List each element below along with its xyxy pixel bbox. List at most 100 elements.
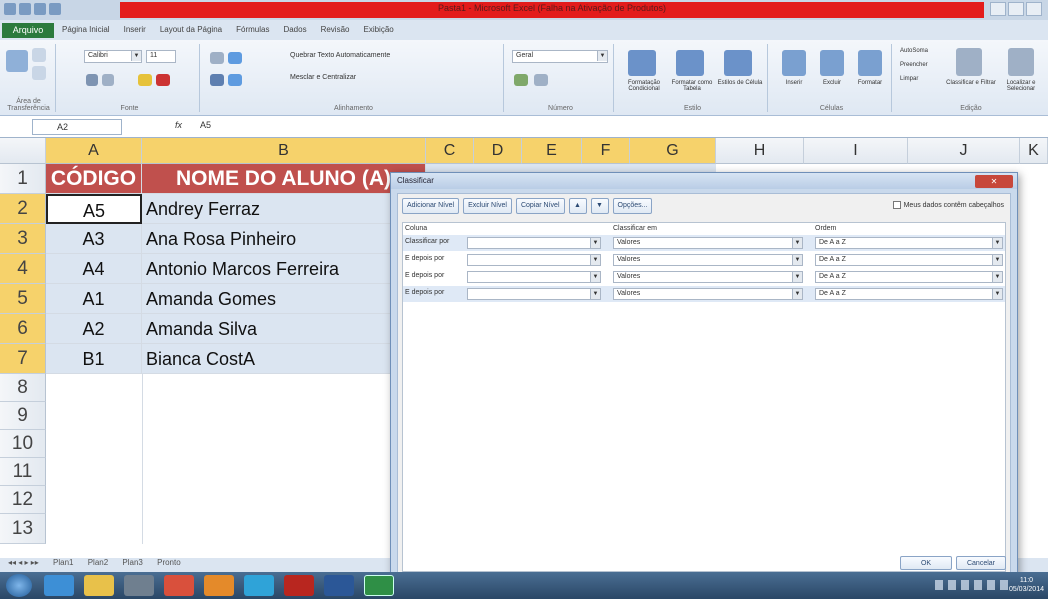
ok-button[interactable]: OK <box>900 556 952 570</box>
font-name-select[interactable]: Calibri ▼ <box>84 50 142 63</box>
sheet-tab-plan2[interactable]: Plan2 <box>88 558 108 567</box>
sheet-tab-plan3[interactable]: Plan3 <box>122 558 142 567</box>
align-center-icon[interactable] <box>228 74 242 86</box>
sort-on-select[interactable]: Valores ▼ <box>613 271 803 283</box>
copy-level-button[interactable]: Copiar Nível <box>515 198 565 214</box>
undo-icon[interactable] <box>34 3 46 15</box>
column-header-j[interactable]: J <box>908 138 1020 164</box>
tab-data[interactable]: Dados <box>283 25 306 34</box>
format-cells-button[interactable]: Formatar <box>850 80 890 86</box>
sort-level-row[interactable]: Classificar por ▼ Valores ▼ De A a Z ▼ <box>403 235 1005 251</box>
tab-page-layout[interactable]: Layout da Página <box>160 25 222 34</box>
column-header-a[interactable]: A <box>46 138 142 164</box>
cell-name-row-3[interactable]: Ana Rosa Pinheiro <box>142 224 426 254</box>
column-header-e[interactable]: E <box>522 138 582 164</box>
column-header-h[interactable]: H <box>716 138 804 164</box>
sort-filter-icon[interactable] <box>956 48 982 76</box>
row-header-4[interactable]: 4 <box>0 254 46 284</box>
tray-icon[interactable] <box>948 580 956 590</box>
file-tab[interactable]: Arquivo <box>2 23 54 38</box>
cell-code-row-5[interactable]: A1 <box>46 284 142 314</box>
move-down-icon[interactable]: ▼ <box>590 198 609 214</box>
row-header-2[interactable]: 2 <box>0 194 46 224</box>
tab-review[interactable]: Revisão <box>321 25 350 34</box>
percent-icon[interactable] <box>534 74 548 86</box>
word-icon[interactable] <box>324 575 354 596</box>
row-header-7[interactable]: 7 <box>0 344 46 374</box>
cell-name-row-5[interactable]: Amanda Gomes <box>142 284 426 314</box>
font-color-icon[interactable] <box>156 74 170 86</box>
tab-view[interactable]: Exibição <box>363 25 393 34</box>
add-level-button[interactable]: Adicionar Nível <box>402 198 460 214</box>
sort-order-select[interactable]: De A a Z ▼ <box>815 237 1003 249</box>
fill-button[interactable]: Preencher <box>900 62 928 68</box>
cell-code-row-6[interactable]: A2 <box>46 314 142 344</box>
options-button[interactable]: Opções... <box>612 198 653 214</box>
sort-order-select[interactable]: De A a Z ▼ <box>815 254 1003 266</box>
dialog-close-button[interactable]: ✕ <box>975 175 1013 188</box>
find-select-icon[interactable] <box>1008 48 1034 76</box>
tray-icon[interactable] <box>974 580 982 590</box>
cancel-button[interactable]: Cancelar <box>956 556 1006 570</box>
close-button[interactable] <box>1026 2 1042 16</box>
ie-icon[interactable] <box>44 575 74 596</box>
row-header-3[interactable]: 3 <box>0 224 46 254</box>
cell-styles-icon[interactable] <box>724 50 752 76</box>
row-header-11[interactable]: 11 <box>0 458 46 486</box>
sort-column-select[interactable]: ▼ <box>467 288 601 300</box>
row-header-6[interactable]: 6 <box>0 314 46 344</box>
cell-code-row-4[interactable]: A4 <box>46 254 142 284</box>
column-header-f[interactable]: F <box>582 138 630 164</box>
row-header-12[interactable]: 12 <box>0 486 46 514</box>
column-header-i[interactable]: I <box>804 138 908 164</box>
row-header-13[interactable]: 13 <box>0 514 46 544</box>
skype-icon[interactable] <box>244 575 274 596</box>
column-header-d[interactable]: D <box>474 138 522 164</box>
clock[interactable]: 11:0 05/03/2014 <box>1009 576 1044 594</box>
font-size-select[interactable]: 11 <box>146 50 176 63</box>
cell-name-row-4[interactable]: Antonio Marcos Ferreira <box>142 254 426 284</box>
move-up-icon[interactable]: ▲ <box>568 198 587 214</box>
sort-order-select[interactable]: De A a Z ▼ <box>815 288 1003 300</box>
italic-icon[interactable] <box>102 74 114 86</box>
sort-level-row[interactable]: E depois por ▼ Valores ▼ De A a Z ▼ <box>403 286 1005 302</box>
row-header-5[interactable]: 5 <box>0 284 46 314</box>
column-header-c[interactable]: C <box>426 138 474 164</box>
currency-icon[interactable] <box>514 74 528 86</box>
cut-icon[interactable] <box>32 48 46 62</box>
sort-column-select[interactable]: ▼ <box>467 254 601 266</box>
cell-name-row-7[interactable]: Bianca CostA <box>142 344 426 374</box>
acrobat-icon[interactable] <box>284 575 314 596</box>
cell-name-row-6[interactable]: Amanda Silva <box>142 314 426 344</box>
autosum-button[interactable]: AutoSoma <box>900 48 928 54</box>
sort-column-select[interactable]: ▼ <box>467 237 601 249</box>
cell-code-row-3[interactable]: A3 <box>46 224 142 254</box>
excel-icon[interactable] <box>364 575 394 596</box>
cell-header-code[interactable]: CÓDIGO <box>46 164 142 194</box>
sort-on-select[interactable]: Valores ▼ <box>613 237 803 249</box>
column-header-b[interactable]: B <box>142 138 426 164</box>
cell-styles-button[interactable]: Estilos de Célula <box>716 80 764 86</box>
row-header-9[interactable]: 9 <box>0 402 46 430</box>
redo-icon[interactable] <box>49 3 61 15</box>
sort-level-row[interactable]: E depois por ▼ Valores ▼ De A a Z ▼ <box>403 252 1005 268</box>
bold-icon[interactable] <box>86 74 98 86</box>
row-header-1[interactable]: 1 <box>0 164 46 194</box>
row-header-8[interactable]: 8 <box>0 374 46 402</box>
save-icon[interactable] <box>19 3 31 15</box>
explorer-icon[interactable] <box>84 575 114 596</box>
conditional-format-button[interactable]: Formatação Condicional <box>620 80 668 92</box>
sort-order-select[interactable]: De A a Z ▼ <box>815 271 1003 283</box>
tab-home[interactable]: Página Inicial <box>62 25 110 34</box>
chrome-icon[interactable] <box>164 575 194 596</box>
cell-code-row-2[interactable]: A5 <box>46 194 142 224</box>
sort-filter-button[interactable]: Classificar e Filtrar <box>946 80 996 86</box>
number-format-select[interactable]: Geral ▼ <box>512 50 608 63</box>
row-header-10[interactable]: 10 <box>0 430 46 458</box>
find-select-button[interactable]: Localizar e Selecionar <box>996 80 1046 92</box>
cell-code-row-7[interactable]: B1 <box>46 344 142 374</box>
fx-icon[interactable]: fx <box>175 120 182 130</box>
minimize-button[interactable] <box>990 2 1006 16</box>
sort-column-select[interactable]: ▼ <box>467 271 601 283</box>
column-header-k[interactable]: K <box>1020 138 1048 164</box>
